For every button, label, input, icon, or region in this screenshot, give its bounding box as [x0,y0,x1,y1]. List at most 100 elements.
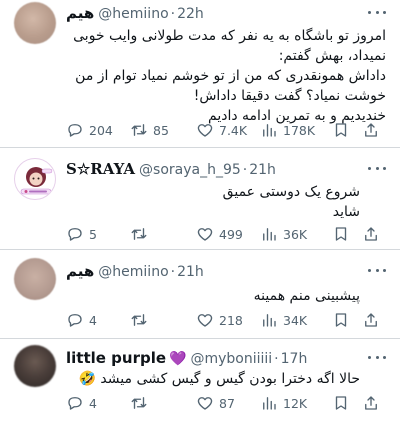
timestamp[interactable]: 21h [177,264,204,280]
bookmark-button[interactable] [332,225,356,243]
tweet-line: نمیداد، بهش گفتم: [278,48,386,64]
display-name[interactable]: هیم [66,262,94,280]
heart-icon [197,228,213,241]
more-icon[interactable] [368,162,386,174]
reply-icon [68,397,82,410]
retweet-count: 85 [153,122,169,138]
more-icon[interactable] [368,264,386,276]
share-button[interactable] [362,121,382,139]
bookmark-icon [335,313,347,327]
action-bar: 204 85 7.4K 178K [66,120,386,140]
reply-icon [68,228,82,241]
like-count: 218 [219,312,243,328]
timestamp[interactable]: 22h [177,6,204,22]
heart-icon [197,124,213,137]
tweet-line: حالا اگه دخترا بودن گیس و گیس کشی میشد 🤣 [78,371,360,387]
tweet[interactable]: هیم @hemiino · 22h امروز تو باشگاه به یه… [0,0,400,146]
share-icon [365,396,377,410]
separator-dot: · [170,264,176,280]
share-button[interactable] [362,311,382,329]
tweet-line: داداش همونقدری که من از تو خوشم نمیاد تو… [75,68,386,84]
tweet-text: پیشبینی منم همینه [66,286,360,306]
like-button[interactable]: 499 [196,225,260,243]
tweet-text: شروع یک دوستی عمیق شاید [66,182,360,222]
bookmark-icon [335,227,347,241]
purple-heart-icon: 💜 [169,351,187,367]
retweet-button[interactable] [130,311,196,329]
reply-count: 4 [89,395,97,411]
like-count: 7.4K [219,122,248,138]
reply-count: 4 [89,312,97,328]
reply-button[interactable]: 5 [66,225,130,243]
tweet[interactable]: little purple 💜 @myboniiiii · 17h حالا ا… [0,339,400,424]
timestamp[interactable]: 17h [281,351,308,367]
tweet-line: پیشبینی منم همینه [253,288,360,304]
avatar[interactable] [14,345,56,387]
tweet-line: شروع یک دوستی عمیق [222,184,360,200]
user-handle[interactable]: @hemiino [98,6,168,22]
view-count: 36K [283,226,308,242]
tweet-text: حالا اگه دخترا بودن گیس و گیس کشی میشد 🤣 [66,369,360,389]
bookmark-button[interactable] [332,394,356,412]
reply-count: 204 [89,122,113,138]
timestamp[interactable]: 21h [249,162,276,178]
more-icon[interactable] [368,351,386,363]
bookmark-icon [335,396,347,410]
tweet[interactable]: هیم @hemiino · 21h پیشبینی منم همینه 4 2… [0,250,400,338]
share-icon [365,313,377,327]
avatar[interactable] [14,2,56,44]
separator-dot: · [274,351,279,367]
like-button[interactable]: 7.4K [196,121,260,139]
retweet-button[interactable] [130,394,196,412]
retweet-button[interactable]: 85 [130,121,196,139]
views-icon [263,124,276,137]
heart-icon [197,397,213,410]
retweet-icon [131,124,147,136]
display-name[interactable]: هیم [66,4,94,22]
retweet-button[interactable] [130,225,196,243]
tweet-header: هیم @hemiino · 21h [66,262,360,282]
display-name[interactable]: little purple [66,349,166,367]
user-handle[interactable]: @myboniiiii [190,351,272,367]
tweet-line: امروز تو باشگاه به یه نفر که مدت طولانی … [73,28,386,44]
reply-button[interactable]: 4 [66,311,130,329]
bookmark-button[interactable] [332,311,356,329]
like-button[interactable]: 218 [196,311,260,329]
more-icon[interactable] [368,6,386,18]
separator-dot: · [170,6,176,22]
view-count: 34K [283,312,308,328]
share-icon [365,123,377,137]
reply-icon [68,314,82,327]
avatar[interactable] [14,158,56,200]
view-count: 12K [283,395,308,411]
tweet-header: little purple 💜 @myboniiiii · 17h [66,349,360,369]
like-button[interactable]: 87 [196,394,260,412]
share-button[interactable] [362,394,382,412]
reply-button[interactable]: 4 [66,394,130,412]
views-button[interactable]: 34K [260,311,332,329]
action-bar: 4 218 34K [66,310,386,330]
reply-button[interactable]: 204 [66,121,130,139]
views-icon [263,314,276,327]
retweet-icon [131,314,147,326]
views-icon [263,397,276,410]
action-bar: 5 499 36K [66,224,386,244]
avatar[interactable] [14,258,56,300]
like-count: 499 [219,226,243,242]
display-name[interactable]: S☆RAYA [66,160,135,178]
views-button[interactable]: 178K [260,121,332,139]
tweet[interactable]: S☆RAYA @soraya_h_95 · 21h شروع یک دوستی … [0,148,400,246]
user-handle[interactable]: @soraya_h_95 [139,162,241,178]
user-handle[interactable]: @hemiino [98,264,168,280]
like-count: 87 [219,395,235,411]
views-icon [263,228,276,241]
share-button[interactable] [362,225,382,243]
views-button[interactable]: 36K [260,225,332,243]
bookmark-button[interactable] [332,121,356,139]
reply-count: 5 [89,226,97,242]
views-button[interactable]: 12K [260,394,332,412]
heart-icon [197,314,213,327]
avatar-illustration [20,167,53,195]
view-count: 178K [283,122,316,138]
bookmark-icon [335,123,347,137]
